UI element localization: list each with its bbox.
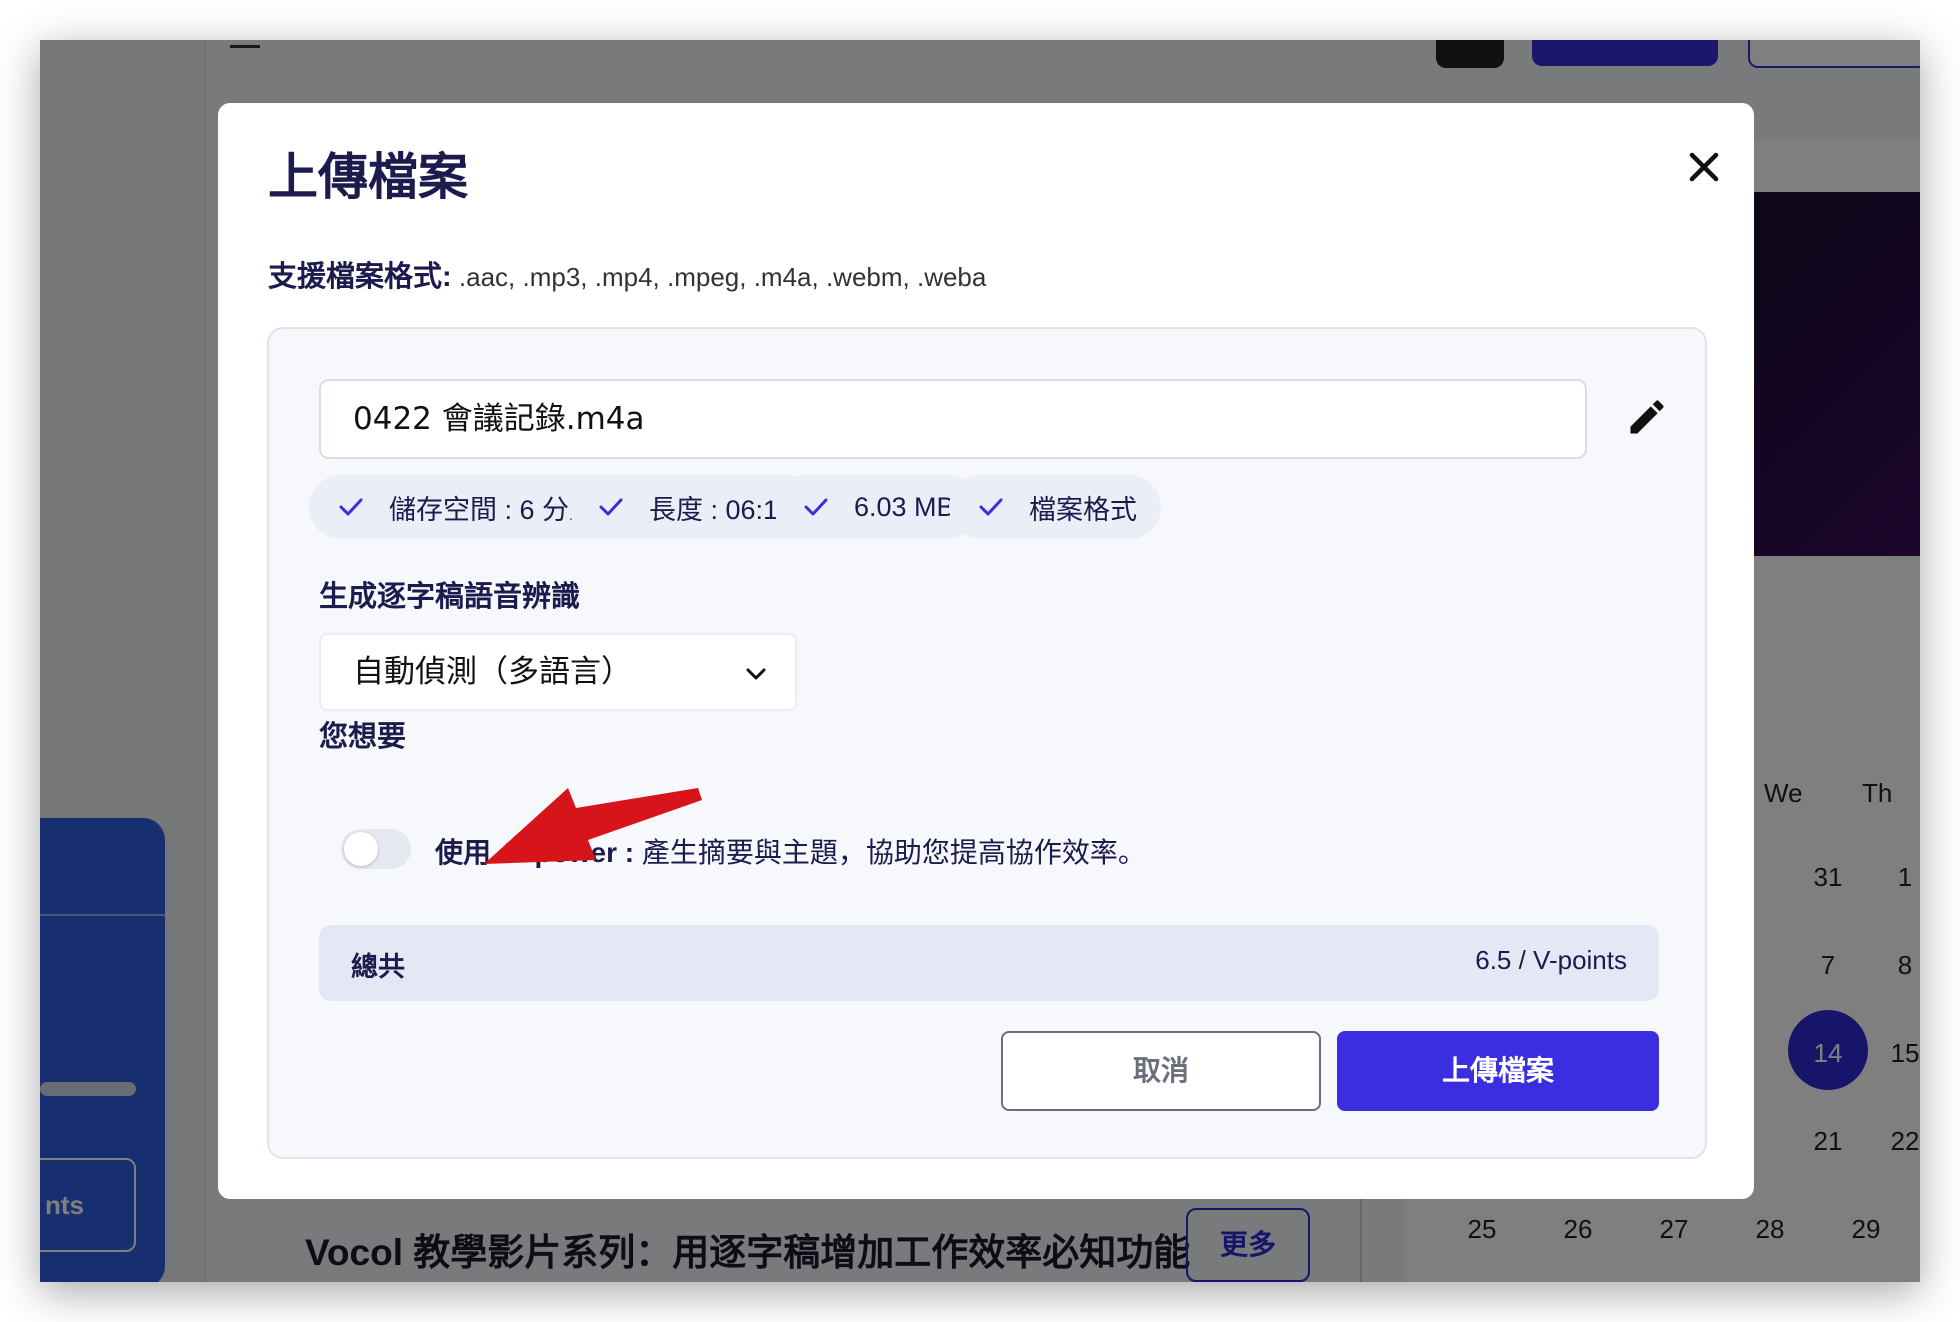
check-icon — [599, 498, 623, 516]
size-chip: 6.03 MB — [774, 475, 979, 539]
dialog-title: 上傳檔案 — [268, 149, 468, 205]
check-icon — [339, 498, 363, 516]
transcription-label: 生成逐字稿語音辨識 — [319, 581, 581, 613]
options-label: 您想要 — [319, 721, 407, 753]
total-label: 總共 — [351, 952, 405, 982]
total-row: 總共 6.5 / V-points — [319, 925, 1659, 1001]
arrow-annotation — [484, 788, 702, 864]
format-chip: 檔案格式 — [949, 475, 1161, 539]
check-icon — [804, 498, 828, 516]
upload-button[interactable]: 上傳檔案 — [1337, 1031, 1659, 1111]
cancel-button[interactable]: 取消 — [1001, 1031, 1321, 1111]
chip-label: 長度 : 06:19 — [649, 494, 794, 525]
toggle-knob — [344, 832, 378, 866]
filename-field[interactable]: 0422 會議記錄.m4a — [319, 379, 1587, 459]
language-select-value: 自動偵測（多語言） — [353, 654, 632, 689]
formats-label: 支援檔案格式: — [268, 261, 452, 293]
close-button[interactable] — [1684, 147, 1724, 187]
chip-label: 儲存空間 : 6 分鐘 — [389, 494, 597, 525]
check-icon — [979, 498, 1003, 516]
pencil-icon — [1630, 400, 1664, 434]
chip-label: 檔案格式 — [1029, 494, 1137, 525]
chip-label: 6.03 MB — [854, 491, 955, 522]
edit-filename-button[interactable] — [1625, 395, 1669, 439]
language-select[interactable]: 自動偵測（多語言） — [319, 633, 797, 711]
file-panel: 0422 會議記錄.m4a 儲存空間 : 6 分鐘 長度 : 06:19 6.0… — [267, 327, 1707, 1159]
supported-formats: 支援檔案格式: .aac, .mp3, .mp4, .mpeg, .m4a, .… — [268, 253, 986, 295]
upload-dialog: 上傳檔案 支援檔案格式: .aac, .mp3, .mp4, .mpeg, .m… — [218, 103, 1754, 1199]
ai-power-toggle[interactable] — [341, 829, 411, 869]
close-icon — [1689, 152, 1719, 182]
ai-power-description: 產生摘要與主題，協助您提高協作效率。 — [634, 837, 1146, 868]
chevron-down-icon — [746, 668, 766, 680]
formats-value: .aac, .mp3, .mp4, .mpeg, .m4a, .webm, .w… — [451, 262, 987, 292]
total-value: 6.5 / V-points — [1475, 945, 1627, 975]
app-window: nts ecial Offer R ALL PURCH OUR PROMO CO… — [40, 40, 1920, 1282]
